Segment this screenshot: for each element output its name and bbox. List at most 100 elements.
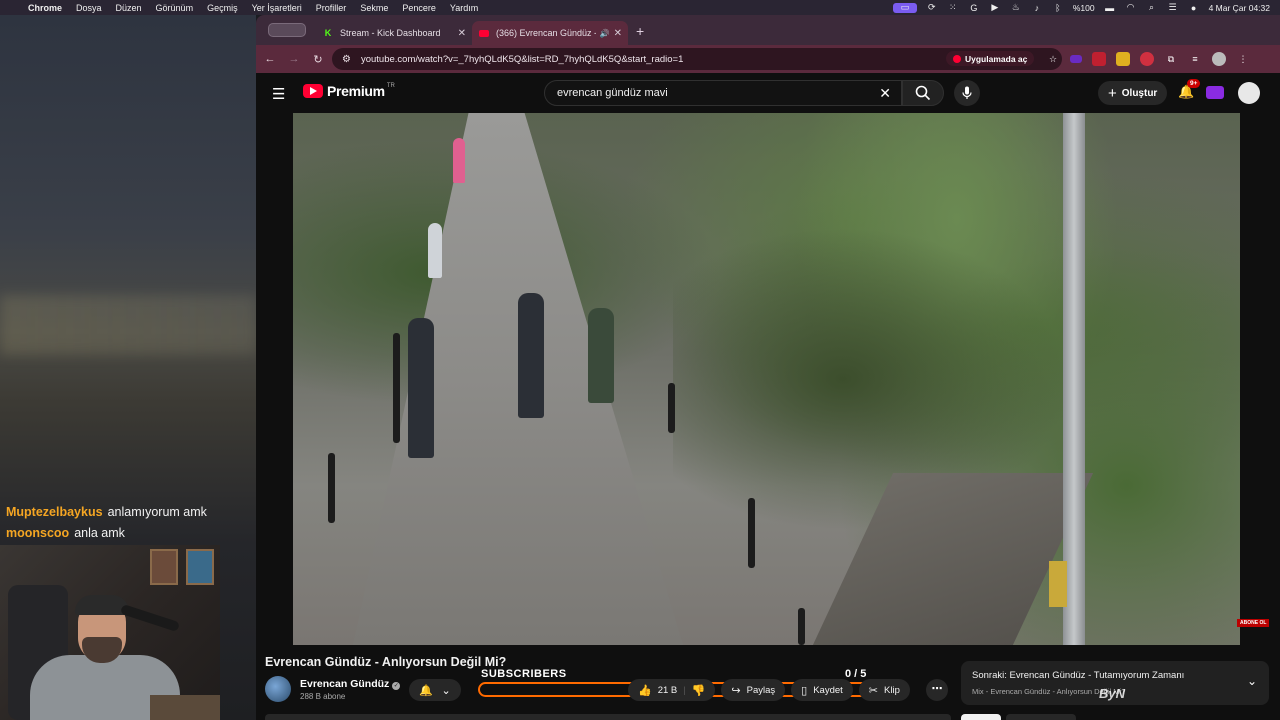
logo-text: Premium	[327, 83, 385, 99]
below-fold-strip	[256, 712, 1280, 720]
grid-icon[interactable]: ⁙	[947, 2, 959, 13]
chevron-down-icon: ⌄	[441, 684, 451, 697]
tab-title: Stream - Kick Dashboard	[340, 28, 441, 38]
video-actions: 👍 21 B | 👎 ↪ Paylaş ▯ Kaydet ✂ Klip	[628, 679, 910, 701]
reload-button[interactable]: ↻	[306, 53, 330, 66]
tab-kick-dashboard[interactable]: K Stream - Kick Dashboard ✕	[316, 21, 472, 45]
bluetooth-icon[interactable]: ᛒ	[1052, 3, 1064, 13]
extension-icon[interactable]	[1116, 52, 1130, 66]
chevron-down-icon[interactable]: ⌄	[1247, 674, 1257, 688]
menu-item-window[interactable]: Pencere	[402, 3, 436, 13]
clock[interactable]: 4 Mar Çar 04:32	[1209, 3, 1270, 13]
close-icon[interactable]: ✕	[614, 28, 622, 39]
divider: |	[683, 684, 686, 696]
audio-playing-icon[interactable]: 🔊	[600, 29, 610, 38]
extension-icon[interactable]	[1092, 52, 1106, 66]
filter-chip[interactable]	[1006, 714, 1076, 720]
like-button[interactable]: 👍 21 B | 👎	[628, 679, 716, 701]
channel-name[interactable]: Evrencan Gündüz	[300, 678, 389, 690]
menu-item-file[interactable]: Dosya	[76, 3, 102, 13]
tab-youtube[interactable]: (366) Evrencan Gündüz - 🔊 ✕	[472, 21, 628, 45]
menu-item-profiles[interactable]: Profiller	[316, 3, 347, 13]
voice-search-button[interactable]	[954, 80, 980, 106]
menu-item-history[interactable]: Geçmiş	[207, 3, 238, 13]
desk	[150, 695, 220, 720]
profile-avatar[interactable]	[1212, 52, 1226, 66]
more-actions-button[interactable]: ⋯	[926, 679, 948, 701]
thumbs-down-icon[interactable]: 👎	[692, 684, 706, 697]
spotlight-icon[interactable]: ⌕	[1146, 2, 1158, 13]
up-next-title[interactable]: Sonraki: Evrencan Gündüz - Tutamıyorum Z…	[972, 670, 1184, 681]
forward-button[interactable]: →	[282, 53, 306, 65]
menu-item-tab[interactable]: Sekme	[360, 3, 388, 13]
volume-icon[interactable]: ♪	[1031, 3, 1043, 13]
status-area: ▭ ⟳ ⁙ G ▶ ♨ ♪ ᛒ %100 ▬ ◠ ⌕ ☰ ● 4 Mar Çar…	[892, 0, 1270, 15]
subscribe-badge[interactable]: ABONE OL	[1237, 619, 1270, 627]
control-center-icon[interactable]: ☰	[1167, 2, 1179, 13]
chrome-menu-icon[interactable]: ⋮	[1236, 52, 1250, 66]
bollard	[748, 498, 755, 568]
tab-group-chip[interactable]	[268, 23, 306, 37]
channel-name-row[interactable]: Evrencan Gündüz ✓	[300, 678, 401, 690]
channel-avatar[interactable]	[265, 676, 291, 702]
subscription-bell-button[interactable]: 🔔 ⌄	[409, 679, 461, 701]
youtube-play-icon	[303, 84, 323, 98]
url-text[interactable]: youtube.com/watch?v=_7hyhQLdK5Q&list=RD_…	[361, 54, 683, 65]
share-button[interactable]: ↪ Paylaş	[721, 679, 786, 701]
menu-item-bookmarks[interactable]: Yer İşaretleri	[252, 3, 302, 13]
extension-icon[interactable]	[1140, 52, 1154, 66]
site-info-icon[interactable]: ⚙	[342, 54, 351, 65]
sync-icon[interactable]: ⟳	[926, 2, 938, 13]
bookmark-star-icon[interactable]: ☆	[1046, 52, 1060, 66]
back-button[interactable]: ←	[258, 53, 282, 65]
open-in-app-button[interactable]: Uygulamada aç	[946, 51, 1035, 66]
puzzle-icon[interactable]: ⧉	[1164, 52, 1178, 66]
clip-button[interactable]: ✂ Klip	[858, 679, 910, 701]
webcam-feed	[0, 545, 220, 720]
bollard	[668, 383, 675, 433]
menu-item-help[interactable]: Yardım	[450, 3, 478, 13]
menu-item-edit[interactable]: Düzen	[116, 3, 142, 13]
save-button[interactable]: ▯ Kaydet	[791, 679, 853, 701]
close-icon[interactable]: ✕	[458, 28, 466, 39]
battery-icon[interactable]: ▬	[1104, 3, 1116, 13]
create-button[interactable]: + Oluştur	[1098, 81, 1168, 105]
battery-percent[interactable]: %100	[1073, 3, 1095, 13]
notifications-button[interactable]: 🔔 9+	[1178, 79, 1201, 100]
stream-chat: Muptezelbaykus anlamıyorum amk moonscoo an…	[6, 502, 207, 544]
twitch-extension-button[interactable]	[1206, 86, 1224, 99]
video-player[interactable]	[293, 113, 1240, 645]
chat-username: Muptezelbaykus	[6, 505, 103, 519]
youtube-logo[interactable]: Premium TR	[303, 83, 395, 99]
menu-item-view[interactable]: Görünüm	[156, 3, 194, 13]
wifi-icon[interactable]: ◠	[1125, 2, 1137, 13]
search-icon	[915, 85, 931, 101]
account-avatar[interactable]	[1238, 82, 1260, 104]
hamburger-menu-icon[interactable]: ☰	[272, 85, 285, 103]
menu-app-name[interactable]: Chrome	[28, 3, 62, 13]
description-box[interactable]	[265, 714, 951, 720]
fire-icon[interactable]: ♨	[1010, 2, 1022, 13]
search-value[interactable]: evrencan gündüz mavi	[557, 87, 668, 99]
siri-icon[interactable]: ●	[1188, 3, 1200, 13]
reading-list-icon[interactable]: ≡	[1188, 52, 1202, 66]
clear-search-icon[interactable]: ✕	[879, 85, 891, 102]
tab-strip: K Stream - Kick Dashboard ✕ (366) Evrenc…	[256, 15, 1280, 45]
twitch-extension-icon[interactable]	[1070, 55, 1082, 63]
microphone	[119, 603, 181, 633]
g-icon[interactable]: G	[968, 3, 980, 13]
search-input[interactable]: evrencan gündüz mavi ✕	[544, 80, 902, 106]
filter-chip[interactable]	[961, 714, 1001, 720]
channel-info[interactable]: Evrencan Gündüz ✓ 288 B abone	[265, 676, 401, 702]
play-circle-icon[interactable]: ▶	[989, 2, 1001, 13]
screen: Chrome Dosya Düzen Görünüm Geçmiş Yer İş…	[0, 0, 1280, 720]
search-button[interactable]	[902, 80, 944, 106]
screen-share-icon[interactable]: ▭	[892, 2, 917, 13]
youtube-header: ☰ Premium TR evrencan gündüz mavi ✕ + Ol…	[256, 73, 1280, 113]
new-tab-button[interactable]: +	[636, 23, 644, 39]
chat-message: moonscoo anla amk	[6, 523, 207, 544]
youtube-icon	[478, 27, 490, 39]
pedestrian	[518, 293, 544, 418]
chat-message: Muptezelbaykus anlamıyorum amk	[6, 502, 207, 523]
bookmark-icon: ▯	[801, 684, 808, 697]
